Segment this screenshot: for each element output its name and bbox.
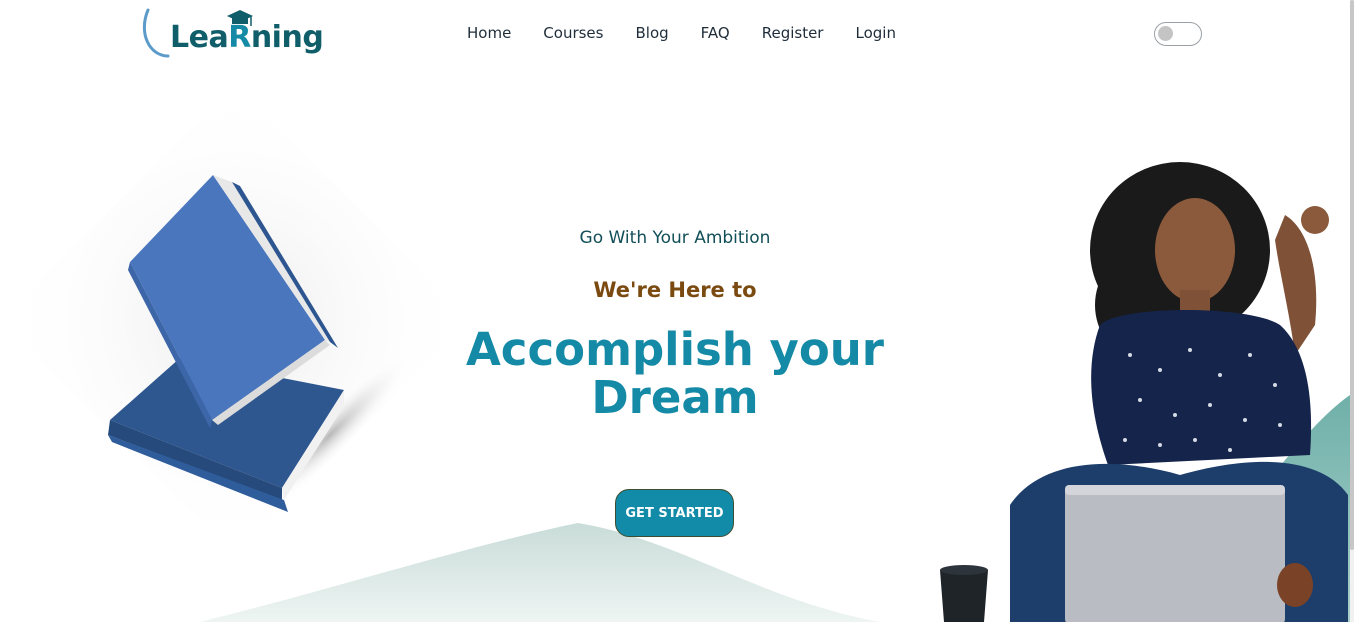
nav-login[interactable]: Login [855, 24, 895, 42]
scrollbar-thumb[interactable] [1350, 0, 1354, 550]
nav-home[interactable]: Home [467, 24, 511, 42]
nav-blog[interactable]: Blog [635, 24, 668, 42]
nav-courses[interactable]: Courses [543, 24, 603, 42]
logo[interactable]: LeaRning [140, 6, 330, 62]
hero-content: Go With Your Ambition We're Here to Acco… [400, 228, 950, 422]
hero-headline: Accomplish your Dream [465, 323, 884, 424]
nav-register[interactable]: Register [762, 24, 824, 42]
woman-with-laptop-illustration [940, 162, 1348, 622]
page-scrollbar[interactable] [1350, 0, 1354, 622]
theme-toggle[interactable] [1154, 22, 1202, 46]
toggle-knob [1158, 26, 1173, 41]
get-started-button[interactable]: GET STARTED [615, 489, 734, 537]
hero-tagline: Go With Your Ambition [579, 228, 771, 248]
nav-faq[interactable]: FAQ [701, 24, 730, 42]
main-nav: Home Courses Blog FAQ Register Login [467, 24, 896, 42]
brand-name: LeaRning [170, 20, 324, 55]
navbar: LeaRning Home Courses Blog FAQ Register … [0, 0, 1350, 70]
hero-subtitle: We're Here to [593, 278, 757, 302]
